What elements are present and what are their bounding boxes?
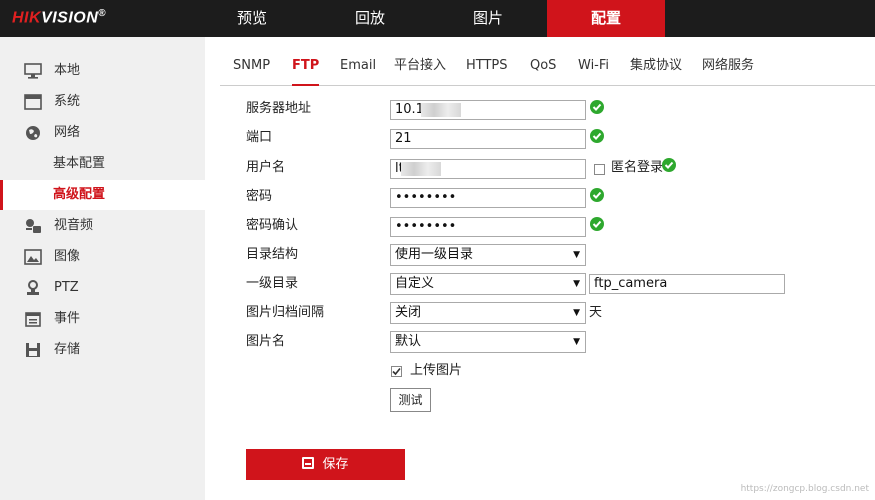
- tab-snmp[interactable]: SNMP: [233, 48, 270, 86]
- tab-wifi[interactable]: Wi-Fi: [578, 48, 609, 86]
- picture-name-select[interactable]: 默认 ▼: [390, 331, 586, 353]
- sidebar: 本地 系统 网络 基本配置 高级配置 视音频 图像 PTZ 事件 存储: [0, 37, 205, 500]
- top-bar: HIKVISION® 预览 回放 图片 配置: [0, 0, 875, 37]
- sidebar-item-basic-config[interactable]: 基本配置: [0, 149, 205, 179]
- dropdown-arrow-icon: ▼: [573, 250, 580, 260]
- port-input[interactable]: 21: [390, 129, 586, 149]
- nav-preview[interactable]: 预览: [193, 0, 311, 37]
- dropdown-arrow-icon: ▼: [573, 308, 580, 318]
- password-label: 密码: [246, 189, 273, 204]
- window-icon: [24, 94, 42, 110]
- archive-interval-label: 图片归档间隔: [246, 305, 325, 320]
- hikvision-logo: HIKVISION®: [12, 8, 107, 27]
- nav-picture[interactable]: 图片: [429, 0, 547, 37]
- picture-name-label: 图片名: [246, 334, 286, 349]
- tab-integration-protocol[interactable]: 集成协议: [630, 48, 682, 86]
- test-button[interactable]: 测试: [390, 388, 431, 412]
- anonymous-login-label: 匿名登录: [611, 160, 664, 175]
- sidebar-item-system[interactable]: 系统: [0, 87, 205, 117]
- nav-playback[interactable]: 回放: [311, 0, 429, 37]
- tab-ftp[interactable]: FTP: [292, 48, 320, 86]
- valid-check-icon: [590, 129, 604, 143]
- archive-unit-label: 天: [589, 305, 603, 320]
- image-icon: [24, 249, 42, 265]
- tab-email[interactable]: Email: [340, 48, 376, 86]
- config-tabs: SNMP FTP Email 平台接入 HTTPS QoS Wi-Fi 集成协议…: [220, 48, 875, 86]
- tab-https[interactable]: HTTPS: [466, 48, 508, 86]
- globe-icon: [26, 126, 40, 140]
- tab-platform-access[interactable]: 平台接入: [394, 48, 446, 86]
- sidebar-item-event[interactable]: 事件: [0, 304, 205, 334]
- directory-structure-select[interactable]: 使用一级目录 ▼: [390, 244, 586, 266]
- archive-interval-select[interactable]: 关闭 ▼: [390, 302, 586, 324]
- upload-picture-label: 上传图片: [410, 363, 463, 378]
- level1-directory-label: 一级目录: [246, 276, 299, 291]
- redacted-blur: [421, 103, 461, 117]
- valid-check-icon: [590, 100, 604, 114]
- custom-directory-input[interactable]: ftp_camera: [589, 274, 785, 294]
- sidebar-item-local[interactable]: 本地: [0, 56, 205, 86]
- ptz-icon: [27, 280, 39, 295]
- save-button[interactable]: 保存: [246, 449, 405, 480]
- server-address-input[interactable]: 10.1.: [390, 100, 586, 120]
- redacted-blur: [401, 162, 441, 176]
- sidebar-item-video-audio[interactable]: 视音频: [0, 211, 205, 241]
- tab-network-service[interactable]: 网络服务: [702, 48, 754, 86]
- checkmark-icon: [392, 367, 401, 376]
- username-input[interactable]: lt: [390, 159, 586, 179]
- level1-directory-select[interactable]: 自定义 ▼: [390, 273, 586, 295]
- monitor-icon: [24, 63, 42, 79]
- username-label: 用户名: [246, 160, 286, 175]
- watermark: https://zongcp.blog.csdn.net: [740, 484, 869, 494]
- dropdown-arrow-icon: ▼: [573, 337, 580, 347]
- sidebar-item-image[interactable]: 图像: [0, 242, 205, 272]
- dropdown-arrow-icon: ▼: [573, 279, 580, 289]
- mic-camera-icon: [26, 219, 41, 233]
- upload-picture-checkbox[interactable]: [391, 366, 402, 377]
- port-label: 端口: [246, 130, 273, 145]
- calendar-icon: [25, 312, 41, 327]
- password-confirm-input[interactable]: ••••••••: [390, 217, 586, 237]
- sidebar-item-network[interactable]: 网络: [0, 118, 205, 148]
- sidebar-item-storage[interactable]: 存储: [0, 335, 205, 365]
- valid-check-icon: [662, 158, 676, 172]
- sidebar-item-advanced-config[interactable]: 高级配置: [0, 180, 205, 210]
- save-icon: [302, 457, 315, 469]
- floppy-icon: [26, 343, 40, 357]
- anonymous-login-checkbox[interactable]: [594, 164, 605, 175]
- valid-check-icon: [590, 217, 604, 231]
- directory-structure-label: 目录结构: [246, 247, 299, 262]
- server-address-label: 服务器地址: [246, 101, 312, 116]
- password-confirm-label: 密码确认: [246, 218, 299, 233]
- valid-check-icon: [590, 188, 604, 202]
- sidebar-item-ptz[interactable]: PTZ: [0, 273, 205, 303]
- nav-configuration[interactable]: 配置: [547, 0, 665, 37]
- password-input[interactable]: ••••••••: [390, 188, 586, 208]
- tab-qos[interactable]: QoS: [530, 48, 556, 86]
